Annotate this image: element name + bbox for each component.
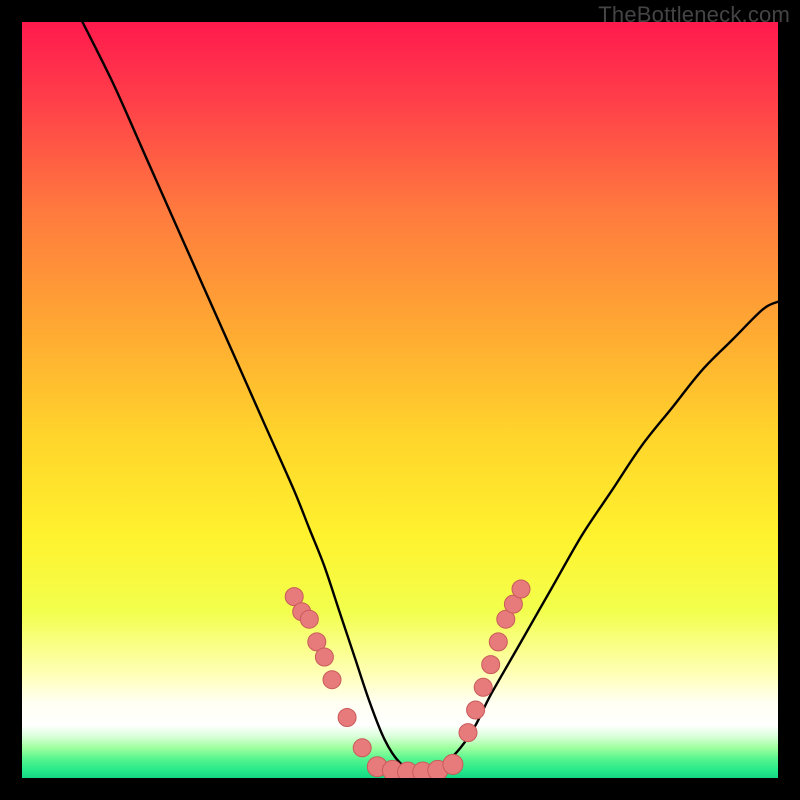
bottleneck-chart bbox=[22, 22, 778, 778]
curve-marker bbox=[353, 739, 371, 757]
chart-frame bbox=[22, 22, 778, 778]
curve-marker bbox=[338, 709, 356, 727]
curve-marker bbox=[315, 648, 333, 666]
curve-marker bbox=[300, 610, 318, 628]
curve-marker bbox=[482, 656, 500, 674]
curve-marker bbox=[489, 633, 507, 651]
curve-marker bbox=[512, 580, 530, 598]
curve-marker bbox=[443, 754, 463, 774]
watermark-text: TheBottleneck.com bbox=[598, 2, 790, 28]
curve-marker bbox=[323, 671, 341, 689]
curve-marker bbox=[459, 724, 477, 742]
curve-marker bbox=[474, 678, 492, 696]
curve-marker bbox=[467, 701, 485, 719]
